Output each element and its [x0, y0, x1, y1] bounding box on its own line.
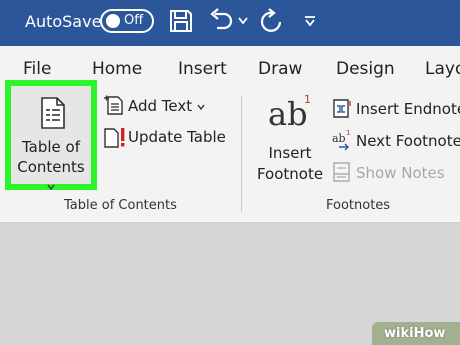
document-list-icon: [41, 97, 65, 129]
customize-toolbar-icon[interactable]: [303, 14, 317, 28]
insert-footnote-label-line1: Insert: [268, 144, 312, 162]
undo-icon[interactable]: [206, 8, 236, 34]
insert-endnote-icon: [333, 99, 351, 118]
show-notes-button[interactable]: Show Notes: [331, 162, 460, 185]
toggle-knob: [106, 14, 120, 28]
toc-button-label-line2: Contents: [17, 158, 85, 176]
update-table-label: Update Table: [128, 128, 226, 146]
insert-endnote-button[interactable]: Insert Endnote: [331, 99, 460, 121]
add-text-label: Add Text: [128, 97, 193, 115]
wikihow-watermark: wikiHow: [384, 326, 446, 341]
chevron-down-icon: [197, 104, 205, 110]
tab-insert[interactable]: Insert: [178, 58, 227, 80]
footnote-superscript: 1: [304, 93, 311, 106]
autosave-label: AutoSave: [25, 12, 102, 31]
update-table-button[interactable]: Update Table: [103, 127, 233, 149]
toc-button-label-line1: Table of: [21, 138, 80, 156]
svg-text:1: 1: [346, 129, 350, 137]
save-icon[interactable]: [168, 8, 194, 34]
add-text-icon: [104, 95, 123, 115]
svg-text:ab: ab: [332, 132, 346, 145]
tab-home[interactable]: Home: [92, 58, 142, 80]
show-notes-icon: [333, 162, 350, 182]
tab-design[interactable]: Design: [336, 58, 395, 80]
footnote-ab-icon: ab: [268, 95, 308, 133]
autosave-toggle[interactable]: Off: [100, 9, 154, 33]
redo-icon[interactable]: [258, 8, 286, 36]
group-label-footnotes: Footnotes: [326, 198, 391, 213]
tab-draw[interactable]: Draw: [258, 58, 302, 80]
toc-button-label-line2-wrap: Contents: [11, 158, 91, 196]
title-bar: AutoSave Off: [0, 0, 460, 46]
tab-file[interactable]: File: [23, 58, 51, 80]
show-notes-label: Show Notes: [356, 164, 445, 182]
group-label-table-of-contents: Table of Contents: [64, 198, 177, 213]
group-separator: [241, 96, 242, 212]
update-table-icon: [104, 128, 125, 148]
next-footnote-icon: ab 1: [332, 129, 350, 151]
autosave-state-label: Off: [124, 13, 144, 28]
add-text-label-wrap: Add Text: [128, 96, 205, 116]
insert-footnote-label-line2: Footnote: [256, 165, 324, 183]
insert-footnote-button[interactable]: ab 1 Insert Footnote: [251, 92, 329, 187]
chevron-down-icon: [47, 184, 55, 190]
chevron-down-icon[interactable]: [238, 17, 248, 25]
add-text-button[interactable]: Add Text: [103, 95, 213, 118]
tab-layout[interactable]: Layo: [425, 58, 460, 80]
insert-endnote-label: Insert Endnote: [356, 100, 460, 118]
next-footnote-label: Next Footnote: [356, 132, 460, 150]
table-of-contents-button[interactable]: Table of Contents: [5, 80, 97, 190]
next-footnote-button[interactable]: ab 1 Next Footnote: [331, 129, 460, 153]
